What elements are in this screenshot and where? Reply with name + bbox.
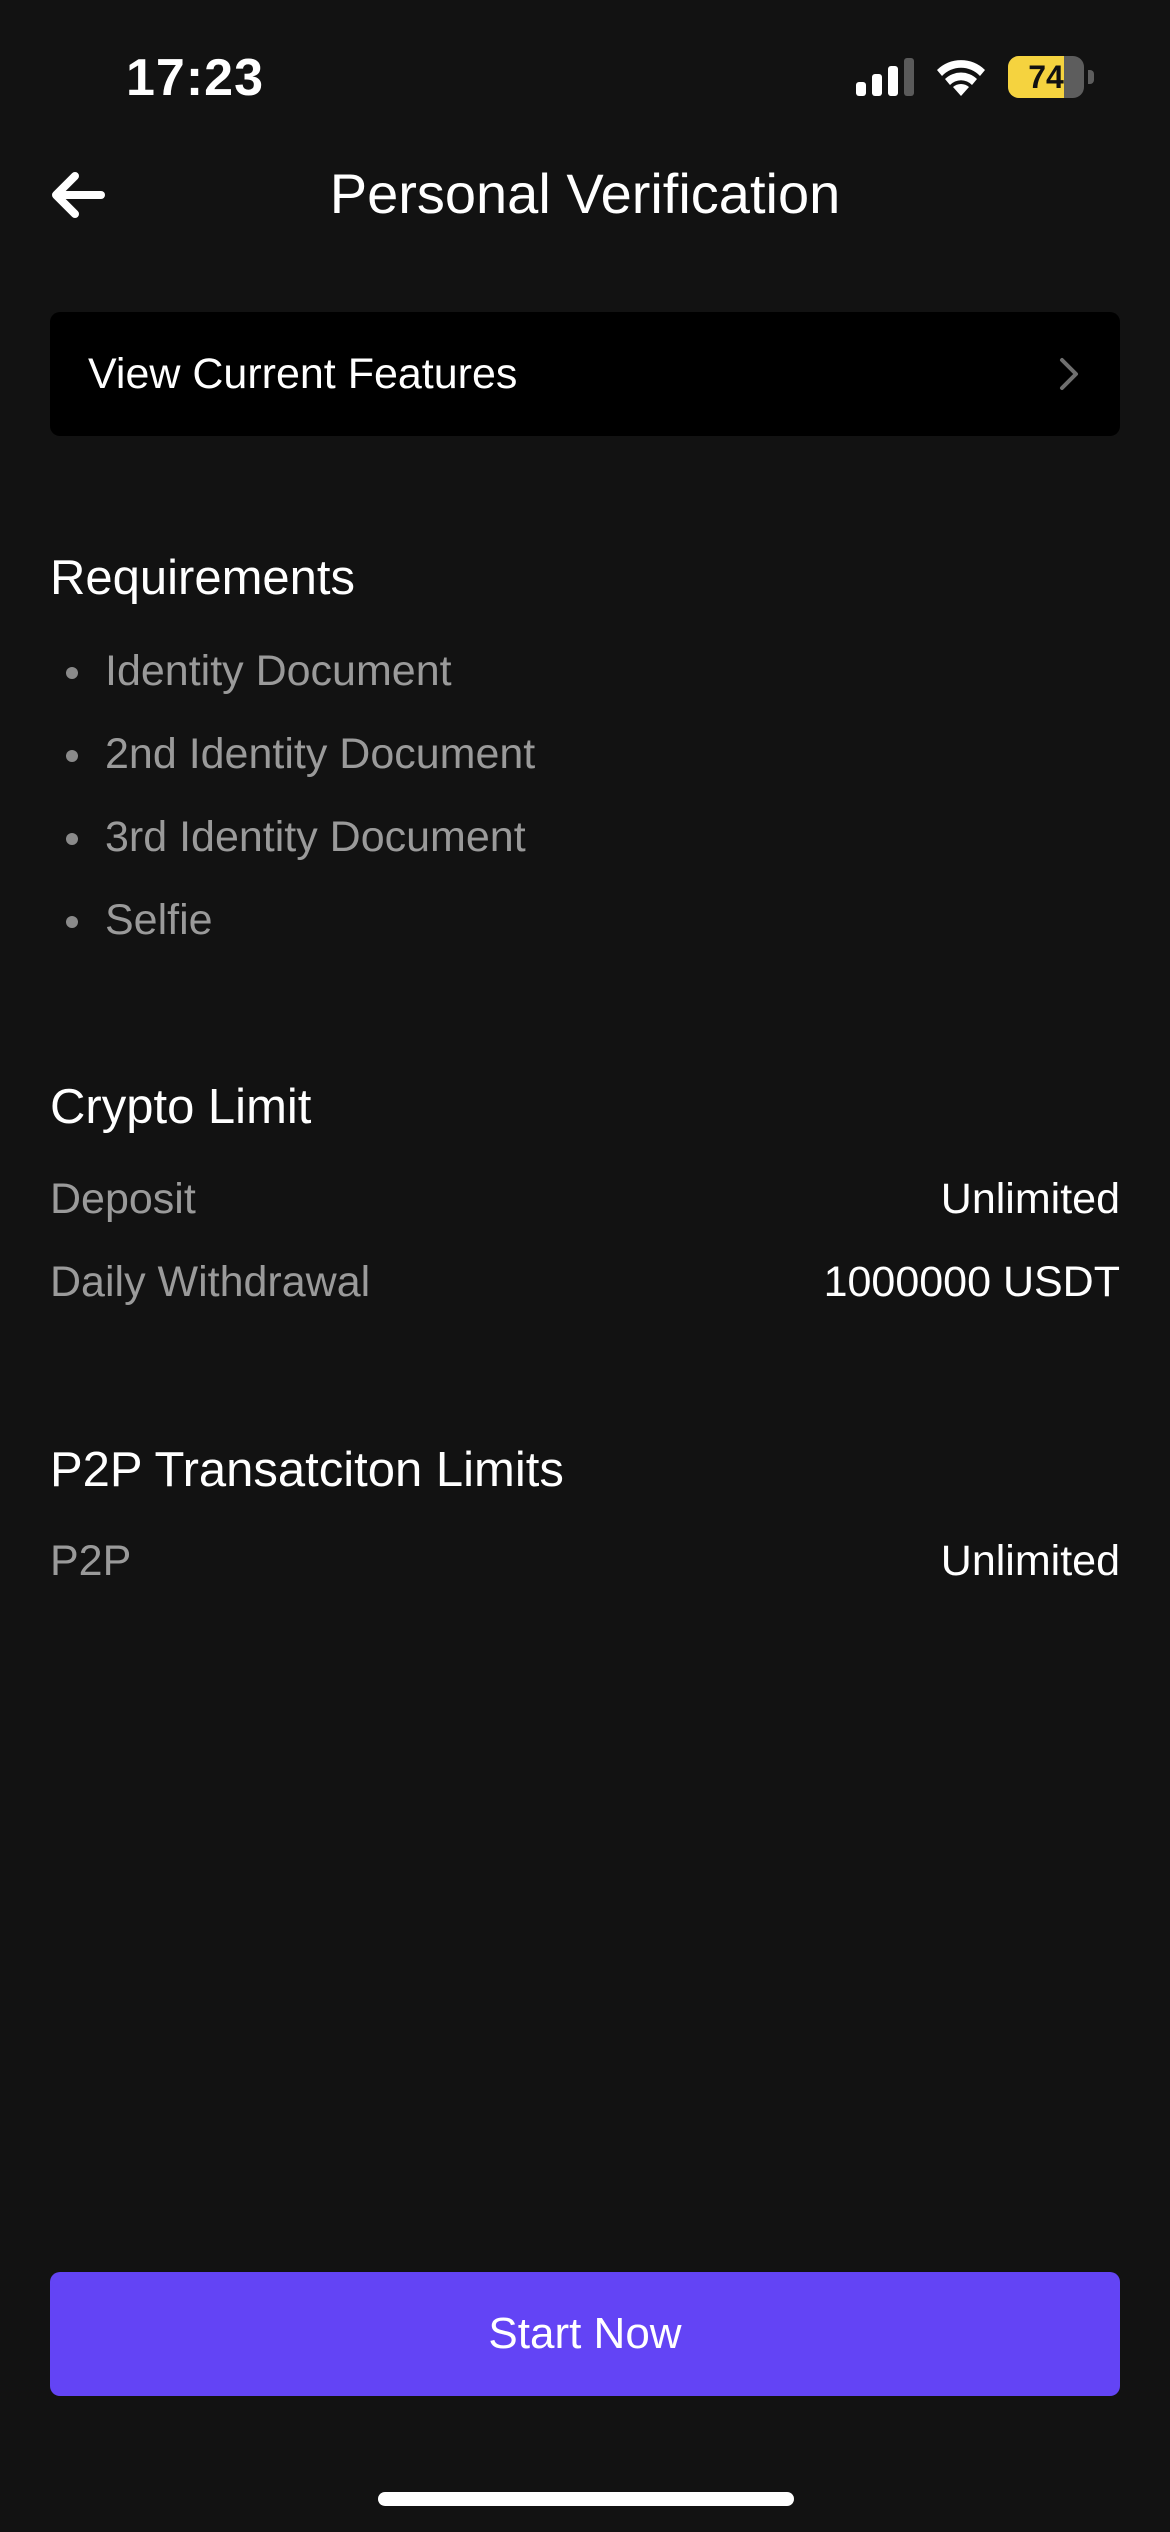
status-bar: 17:23 74 bbox=[0, 0, 1170, 150]
view-current-features-button[interactable]: View Current Features bbox=[50, 312, 1120, 436]
crypto-limit-title: Crypto Limit bbox=[50, 1080, 312, 1134]
status-time: 17:23 bbox=[126, 49, 264, 107]
list-item: Identity Document bbox=[50, 630, 1120, 713]
p2p-limits-title: P2P Transatciton Limits bbox=[50, 1443, 564, 1497]
limit-label: Daily Withdrawal bbox=[50, 1258, 371, 1306]
home-indicator[interactable] bbox=[378, 2492, 794, 2506]
requirement-label: 2nd Identity Document bbox=[105, 730, 536, 778]
limit-value: Unlimited bbox=[940, 1537, 1120, 1585]
bullet bbox=[66, 833, 78, 845]
limit-value: Unlimited bbox=[940, 1175, 1120, 1223]
requirements-title: Requirements bbox=[50, 551, 356, 605]
limit-value: 1000000 USDT bbox=[823, 1258, 1120, 1306]
list-item: 3rd Identity Document bbox=[50, 796, 1120, 879]
bullet bbox=[66, 667, 78, 679]
battery-icon: 74 bbox=[1008, 56, 1096, 98]
view-current-features-label: View Current Features bbox=[88, 350, 518, 398]
requirement-label: Selfie bbox=[105, 896, 213, 944]
daily-withdrawal-limit-row: Daily Withdrawal 1000000 USDT bbox=[50, 1241, 1120, 1324]
battery-level: 74 bbox=[1028, 59, 1064, 95]
bullet bbox=[66, 750, 78, 762]
wifi-icon bbox=[937, 60, 985, 96]
list-item: Selfie bbox=[50, 879, 1120, 962]
list-item: 2nd Identity Document bbox=[50, 713, 1120, 796]
start-now-button[interactable]: Start Now bbox=[50, 2272, 1120, 2396]
p2p-limit-row: P2P Unlimited bbox=[50, 1520, 1120, 1603]
chevron-right-icon bbox=[1060, 358, 1078, 390]
page-title: Personal Verification bbox=[329, 162, 841, 225]
bullet bbox=[66, 916, 78, 928]
requirements-list: Identity Document 2nd Identity Document … bbox=[50, 630, 1120, 962]
nav-bar: Personal Verification bbox=[0, 150, 1170, 238]
limit-label: Deposit bbox=[50, 1175, 196, 1223]
requirement-label: 3rd Identity Document bbox=[105, 813, 526, 861]
limit-label: P2P bbox=[50, 1537, 132, 1585]
cellular-signal-icon bbox=[856, 58, 914, 96]
requirement-label: Identity Document bbox=[105, 647, 452, 695]
deposit-limit-row: Deposit Unlimited bbox=[50, 1158, 1120, 1241]
